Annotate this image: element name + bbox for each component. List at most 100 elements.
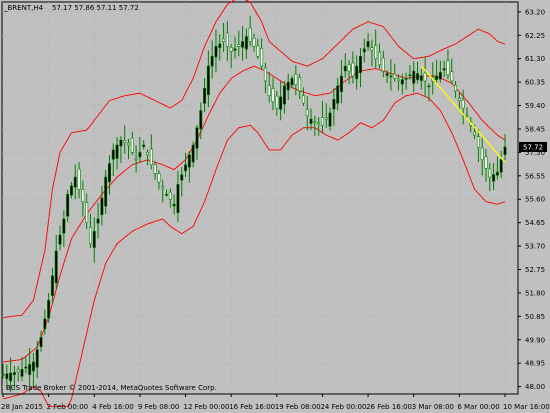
price-tick-label: 51.80 xyxy=(525,289,545,297)
candle-body xyxy=(12,372,16,375)
candle-body xyxy=(225,32,229,47)
candle-body xyxy=(503,146,507,156)
candle-body xyxy=(313,121,317,124)
chart-window[interactable]: 63.20 62.25 61.30 60.35 59.40 58.45 57.50 56.55… xyxy=(0,0,550,413)
candle-body xyxy=(438,71,442,80)
candle-body xyxy=(104,176,108,207)
candle-body xyxy=(282,85,286,105)
price-tick-label: 54.65 xyxy=(525,219,545,227)
candle-body xyxy=(476,136,480,148)
candle-body xyxy=(66,194,70,217)
candle-body xyxy=(301,95,305,104)
candle-body xyxy=(31,361,35,372)
candle-body xyxy=(412,70,416,84)
candle-body xyxy=(77,168,81,190)
candle-body xyxy=(62,218,66,234)
price-tick-label: 61.30 xyxy=(525,55,545,63)
candle-body xyxy=(180,174,184,181)
candle-body xyxy=(146,151,150,156)
candle-body xyxy=(218,43,222,49)
candle-body xyxy=(256,45,260,57)
time-tick-label: 9 Feb 08:00 xyxy=(138,403,179,411)
price-tick-label: 48.00 xyxy=(525,383,545,391)
candle-body xyxy=(153,164,157,174)
time-tick-label: 28 Jan 2015 xyxy=(1,403,43,411)
candle-body xyxy=(100,197,104,215)
candle-body xyxy=(298,77,302,92)
candle-body xyxy=(260,48,264,67)
candle-body xyxy=(210,55,214,67)
candle-body xyxy=(488,168,492,178)
copyright-text: BCS Trade Broker © 2001-2014, MetaQuotes… xyxy=(6,384,217,392)
candle-body xyxy=(339,75,343,93)
candle-body xyxy=(320,117,324,126)
candle-body xyxy=(271,88,275,103)
time-tick-label: 19 Feb 08:00 xyxy=(275,403,321,411)
candle-body xyxy=(244,36,248,50)
candle-body xyxy=(408,74,412,77)
price-tick-label: 56.55 xyxy=(525,172,545,180)
candle-body xyxy=(206,65,210,96)
candle-body xyxy=(480,147,484,161)
last-price-label: 57.72 xyxy=(523,143,543,151)
candle-body xyxy=(355,65,359,80)
candle-body xyxy=(332,99,336,110)
price-chart[interactable]: 63.2062.2561.3060.3559.4058.4557.5056.55… xyxy=(0,0,550,413)
candle-body xyxy=(279,96,283,110)
candle-body xyxy=(96,218,100,224)
candle-body xyxy=(358,55,362,73)
symbol-label: _BRENT,H4 xyxy=(3,4,44,12)
candle-body xyxy=(35,349,39,368)
time-tick-label: 4 Feb 16:00 xyxy=(92,403,133,411)
candle-body xyxy=(248,27,252,42)
price-axis[interactable]: 63.2062.2561.3060.3559.4058.4557.5056.55… xyxy=(518,8,547,391)
candle-body xyxy=(275,95,279,109)
time-tick-label: 12 Feb 00:00 xyxy=(184,403,230,411)
time-axis[interactable]: 28 Jan 2015 2 Feb 00:00 4 Feb 16:00 9 Feb 0… xyxy=(1,394,550,411)
candle-body xyxy=(229,47,233,52)
candle-body xyxy=(427,85,431,88)
price-tick-label: 48.95 xyxy=(525,360,545,368)
candle-body xyxy=(123,140,127,143)
candle-body xyxy=(39,336,43,347)
candle-body xyxy=(385,73,389,76)
candle-body xyxy=(172,203,176,207)
time-tick-label: 2 Feb 00:00 xyxy=(47,403,88,411)
candle-body xyxy=(214,46,218,58)
candle-body xyxy=(149,148,153,166)
candle-body xyxy=(351,62,355,77)
time-tick-label: 16 Feb 16:00 xyxy=(229,403,275,411)
candle-body xyxy=(294,73,298,85)
candle-body xyxy=(115,144,119,159)
candle-body xyxy=(454,84,458,92)
candle-body xyxy=(423,72,427,82)
candle-body xyxy=(20,369,24,377)
candle-body xyxy=(442,68,446,71)
candle-body xyxy=(88,226,92,244)
candle-body xyxy=(446,60,450,76)
candle-body xyxy=(16,369,20,373)
candle-body xyxy=(203,87,207,104)
candle-body xyxy=(28,364,32,375)
candle-body xyxy=(9,372,13,382)
candle-body xyxy=(473,131,477,136)
candle-body xyxy=(134,158,138,161)
candle-body xyxy=(328,112,332,127)
candle-body xyxy=(393,73,397,79)
candle-body xyxy=(5,373,9,379)
candle-body xyxy=(419,75,423,81)
candle-body xyxy=(263,67,267,82)
candle-body xyxy=(457,98,461,101)
time-tick-label: 24 Feb 00:00 xyxy=(320,403,366,411)
candle-body xyxy=(1,373,5,376)
candle-body xyxy=(107,163,111,183)
candle-body xyxy=(461,99,465,109)
price-tick-label: 50.85 xyxy=(525,313,545,321)
candle-body xyxy=(267,85,271,96)
candle-body xyxy=(47,300,51,319)
candle-body xyxy=(187,154,191,168)
candle-body xyxy=(138,152,142,158)
price-tick-label: 58.45 xyxy=(525,125,545,133)
candle-body xyxy=(130,137,134,153)
candle-body xyxy=(400,79,404,85)
